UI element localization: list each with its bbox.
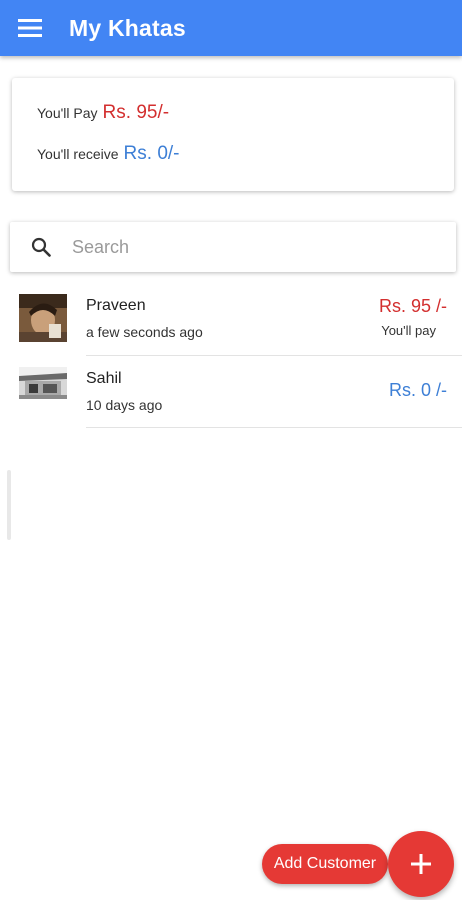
app-bar: My Khatas	[0, 0, 462, 56]
search-icon	[10, 236, 72, 258]
customer-name: Sahil	[86, 370, 122, 387]
pay-amount: Rs. 95/-	[102, 102, 170, 123]
search-input[interactable]	[72, 236, 432, 258]
customer-name: Praveen	[86, 297, 146, 314]
search-bar[interactable]	[10, 222, 456, 272]
balance-summary-card: You'll Pay Rs. 95/- You'll receive Rs. 0…	[12, 78, 454, 191]
add-fab-button[interactable]	[388, 831, 454, 897]
receive-summary: You'll receive Rs. 0/-	[37, 143, 180, 165]
scroll-indicator	[7, 470, 11, 540]
add-customer-button[interactable]: Add Customer	[262, 844, 388, 884]
divider	[86, 427, 462, 428]
customer-amount: Rs. 95 /-	[378, 296, 447, 316]
list-item[interactable]: Praveen a few seconds ago Rs. 95 /- You'…	[0, 284, 462, 356]
customer-list: Praveen a few seconds ago Rs. 95 /- You'…	[0, 284, 462, 428]
customer-last-updated: a few seconds ago	[86, 324, 203, 340]
receive-label: You'll receive	[37, 146, 119, 162]
pay-summary: You'll Pay Rs. 95/-	[37, 102, 169, 124]
plus-icon	[411, 854, 431, 874]
customer-status: You'll pay	[381, 323, 436, 338]
avatar	[19, 294, 67, 342]
pay-label: You'll Pay	[37, 105, 98, 121]
menu-button[interactable]	[0, 0, 62, 56]
customer-amount: Rs. 0 /-	[388, 380, 447, 400]
page-title: My Khatas	[69, 14, 186, 41]
avatar	[19, 367, 67, 399]
customer-last-updated: 10 days ago	[86, 397, 163, 413]
menu-icon	[18, 19, 42, 37]
list-item[interactable]: Sahil 10 days ago Rs. 0 /-	[0, 356, 462, 428]
receive-amount: Rs. 0/-	[123, 143, 180, 164]
